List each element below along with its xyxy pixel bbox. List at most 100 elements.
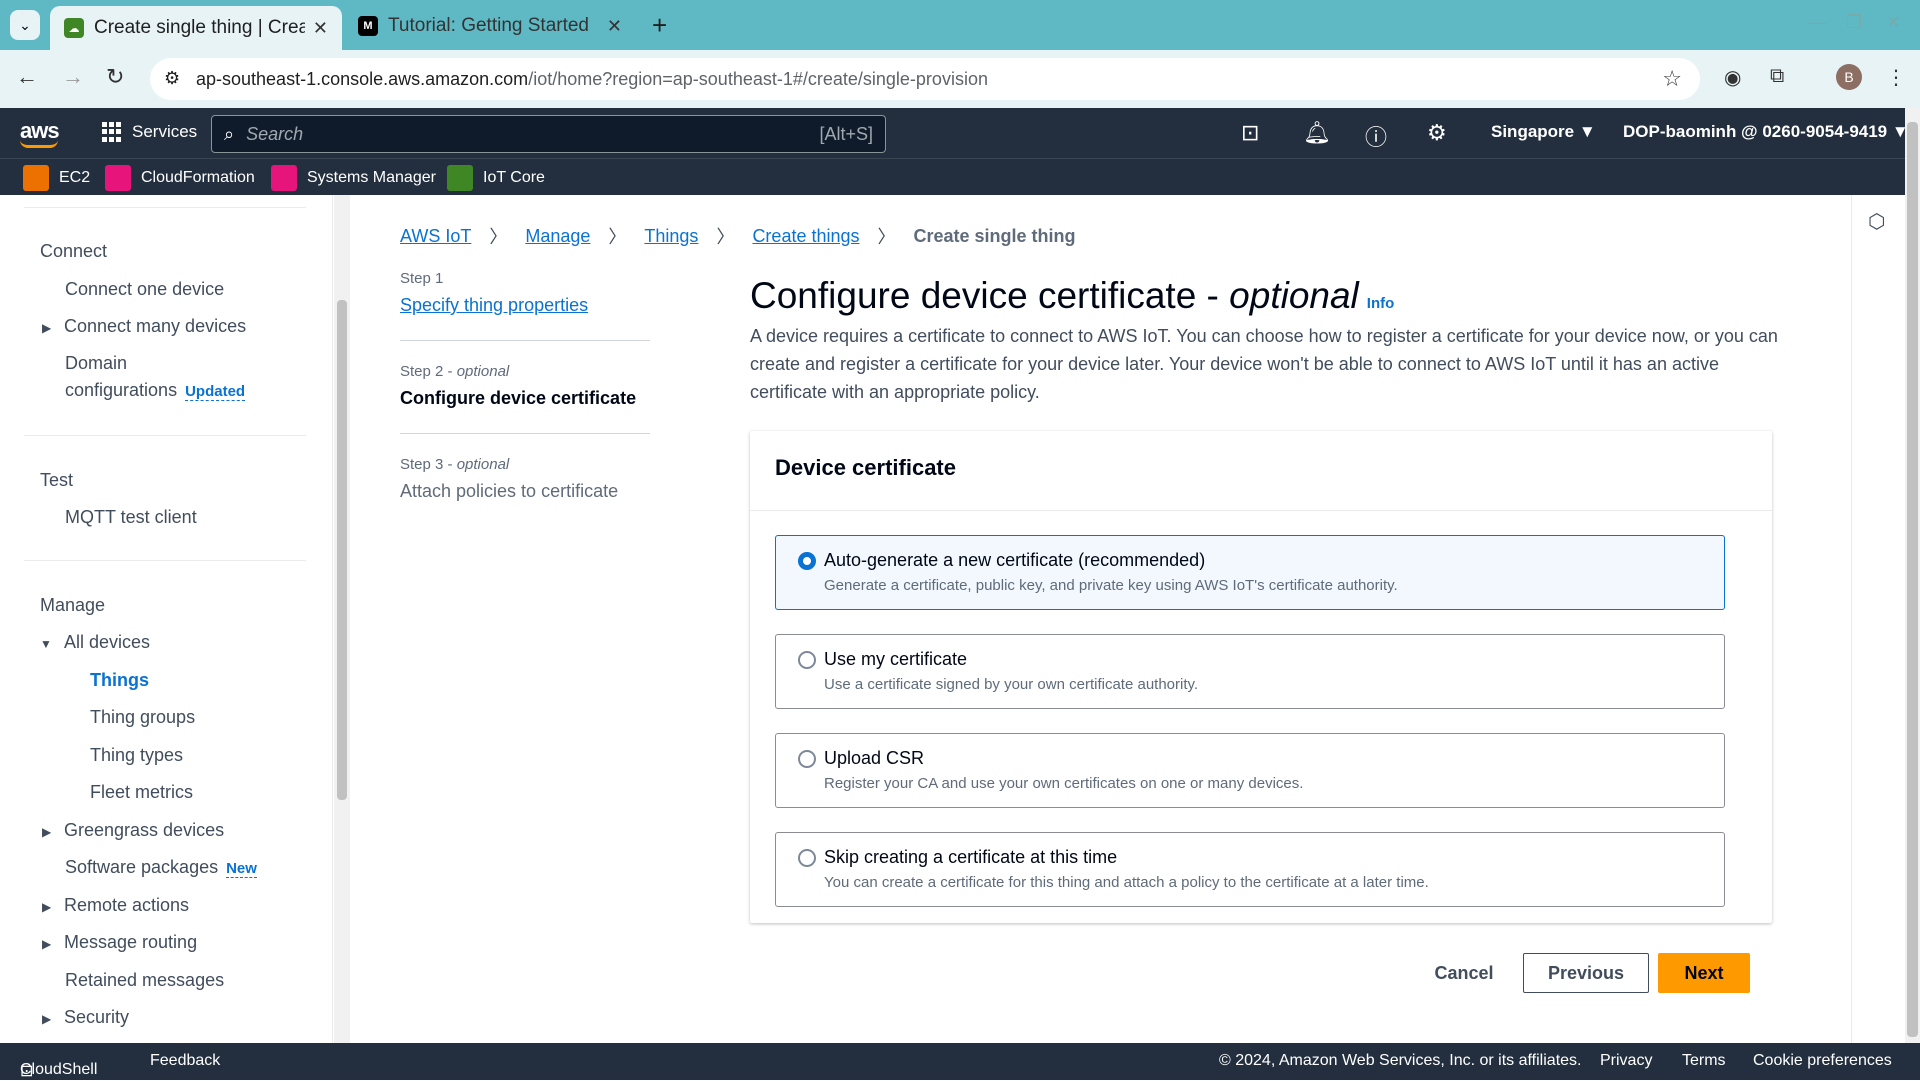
nav-security[interactable]: Security xyxy=(64,1007,129,1028)
profile-avatar[interactable]: B xyxy=(1836,64,1862,90)
site-info-icon[interactable]: ⚙ xyxy=(164,68,180,89)
nav-thing-types[interactable]: Thing types xyxy=(90,745,183,766)
url-host: ap-southeast-1.console.aws.amazon.com xyxy=(196,68,529,89)
chevron-right-icon: 〉 xyxy=(489,227,508,247)
page-scrollbar-thumb[interactable] xyxy=(1907,122,1918,1037)
notifications-bell-icon[interactable]: 🔔︎ xyxy=(1303,120,1331,146)
expand-caret-icon[interactable]: ▶ xyxy=(42,937,51,951)
search-input[interactable]: ⌕ Search [Alt+S] xyxy=(211,115,886,153)
cloudformation-icon xyxy=(105,165,131,191)
nav-remote-actions[interactable]: Remote actions xyxy=(64,895,189,916)
url-bar[interactable]: ⚙ ap-southeast-1.console.aws.amazon.com /… xyxy=(150,58,1700,100)
breadcrumb-things[interactable]: Things xyxy=(644,226,698,247)
nav-software-packages[interactable]: Software packages New xyxy=(65,857,257,878)
nav-connect-many-devices[interactable]: Connect many devices xyxy=(64,316,246,337)
region-selector[interactable]: Singapore ▼ xyxy=(1491,122,1596,142)
option-use-my-certificate[interactable]: Use my certificate Use a certificate sig… xyxy=(775,634,1725,709)
expand-caret-icon[interactable]: ▶ xyxy=(42,900,51,914)
tab-search-icon[interactable]: ⌄ xyxy=(10,10,40,40)
account-menu[interactable]: DOP-baominh @ 0260-9054-9419 ▼ xyxy=(1623,122,1909,142)
favorite-systems-manager[interactable]: Systems Manager xyxy=(271,165,436,191)
cancel-button[interactable]: Cancel xyxy=(1414,953,1514,993)
step-label-text: Step 3 - xyxy=(400,456,457,473)
collapse-caret-icon[interactable]: ▼ xyxy=(40,637,52,651)
breadcrumb-aws-iot[interactable]: AWS IoT xyxy=(400,226,471,247)
new-tab-icon[interactable]: + xyxy=(652,10,667,41)
nav-domain-configurations-line2[interactable]: configurations Updated xyxy=(65,380,246,401)
browser-tab-active[interactable]: ☁ Create single thing | Crea ✕ xyxy=(50,6,342,50)
breadcrumb-manage[interactable]: Manage xyxy=(525,226,590,247)
help-icon[interactable]: ⓘ xyxy=(1365,120,1387,152)
option-upload-csr[interactable]: Upload CSR Register your CA and use your… xyxy=(775,733,1725,808)
option-title: Auto-generate a new certificate (recomme… xyxy=(824,550,1206,570)
nav-connect-one-device[interactable]: Connect one device xyxy=(65,279,224,300)
close-tab-icon[interactable]: ✕ xyxy=(313,18,328,39)
close-window-icon[interactable]: ✕ xyxy=(1886,12,1901,33)
sidebar-scrollbar-thumb[interactable] xyxy=(337,300,347,800)
restore-icon[interactable]: ❐ xyxy=(1846,12,1862,33)
browser-menu-icon[interactable]: ⋮ xyxy=(1886,65,1906,90)
option-description: You can create a certificate for this th… xyxy=(824,874,1429,891)
cookie-preferences-link[interactable]: Cookie preferences xyxy=(1753,1052,1892,1070)
previous-button[interactable]: Previous xyxy=(1523,953,1649,993)
option-skip-certificate[interactable]: Skip creating a certificate at this time… xyxy=(775,832,1725,907)
chevron-right-icon: 〉 xyxy=(608,227,627,247)
radio-unselected[interactable] xyxy=(798,849,816,867)
divider xyxy=(24,560,306,561)
settings-gear-icon[interactable]: ⚙ xyxy=(1427,120,1447,146)
nav-all-devices[interactable]: All devices xyxy=(64,632,150,653)
info-link[interactable]: Info xyxy=(1367,295,1395,312)
next-button[interactable]: Next xyxy=(1658,953,1750,993)
aws-logo[interactable]: aws xyxy=(20,118,60,148)
nav-greengrass-devices[interactable]: Greengrass devices xyxy=(64,820,224,841)
nav-label: Software packages xyxy=(65,857,219,877)
nav-things[interactable]: Things xyxy=(90,670,149,691)
chevron-right-icon: 〉 xyxy=(877,227,896,247)
browser-tab[interactable]: M Tutorial: Getting Started ✕ xyxy=(344,6,636,46)
favorite-iot-core[interactable]: IoT Core xyxy=(447,165,545,191)
feedback-link[interactable]: Feedback xyxy=(150,1052,220,1070)
radio-unselected[interactable] xyxy=(798,651,816,669)
expand-caret-icon[interactable]: ▶ xyxy=(42,825,51,839)
nav-thing-groups[interactable]: Thing groups xyxy=(90,707,195,728)
extensions-icon[interactable]: ⧉ xyxy=(1770,65,1784,88)
optional-text: optional xyxy=(456,456,510,473)
favorite-label: Systems Manager xyxy=(307,169,436,186)
reload-icon[interactable]: ↻ xyxy=(106,64,124,90)
nav-message-routing[interactable]: Message routing xyxy=(64,932,197,953)
minimize-icon[interactable]: — xyxy=(1808,12,1826,33)
nav-retained-messages[interactable]: Retained messages xyxy=(65,970,224,991)
option-auto-generate[interactable]: Auto-generate a new certificate (recomme… xyxy=(775,535,1725,610)
radio-unselected[interactable] xyxy=(798,750,816,768)
option-description: Register your CA and use your own certif… xyxy=(824,775,1304,792)
close-tab-icon[interactable]: ✕ xyxy=(607,16,622,37)
nav-section-connect[interactable]: Connect xyxy=(40,241,107,262)
main-content: AWS IoT 〉 Manage 〉 Things 〉 Create things 〉 … xyxy=(351,195,1851,1043)
nav-domain-configurations[interactable]: Domain xyxy=(65,353,127,374)
bookmark-star-icon[interactable]: ☆ xyxy=(1662,66,1682,92)
nav-section-manage[interactable]: Manage xyxy=(40,595,105,616)
nav-section-test[interactable]: Test xyxy=(40,470,73,491)
services-label: Services xyxy=(132,122,198,141)
cloudshell-icon[interactable]: ⊡ xyxy=(1241,120,1259,146)
nav-mqtt-test-client[interactable]: MQTT test client xyxy=(65,507,197,528)
expand-caret-icon[interactable]: ▶ xyxy=(42,1012,51,1026)
address-toolbar: ← → ↻ ⚙ ap-southeast-1.console.aws.amazo… xyxy=(0,50,1920,108)
services-button[interactable]: Services xyxy=(102,122,197,142)
forward-icon[interactable]: → xyxy=(62,64,84,90)
page-description: A device requires a certificate to conne… xyxy=(750,326,1778,402)
terms-link[interactable]: Terms xyxy=(1682,1052,1726,1070)
step-1-link[interactable]: Specify thing properties xyxy=(400,295,650,316)
help-panel-icon[interactable]: ⬡ xyxy=(1868,209,1885,234)
breadcrumb-create-things[interactable]: Create things xyxy=(752,226,859,247)
search-placeholder: Search xyxy=(246,123,304,144)
privacy-link[interactable]: Privacy xyxy=(1600,1052,1652,1070)
nav-fleet-metrics[interactable]: Fleet metrics xyxy=(90,782,193,803)
radio-selected[interactable] xyxy=(798,552,816,570)
favorite-cloudformation[interactable]: CloudFormation xyxy=(105,165,255,191)
back-icon[interactable]: ← xyxy=(16,64,38,90)
updated-badge: Updated xyxy=(185,383,246,401)
expand-caret-icon[interactable]: ▶ xyxy=(42,321,51,335)
cookie-extension-icon[interactable]: ◉ xyxy=(1724,65,1741,90)
favorite-ec2[interactable]: EC2 xyxy=(23,165,90,191)
